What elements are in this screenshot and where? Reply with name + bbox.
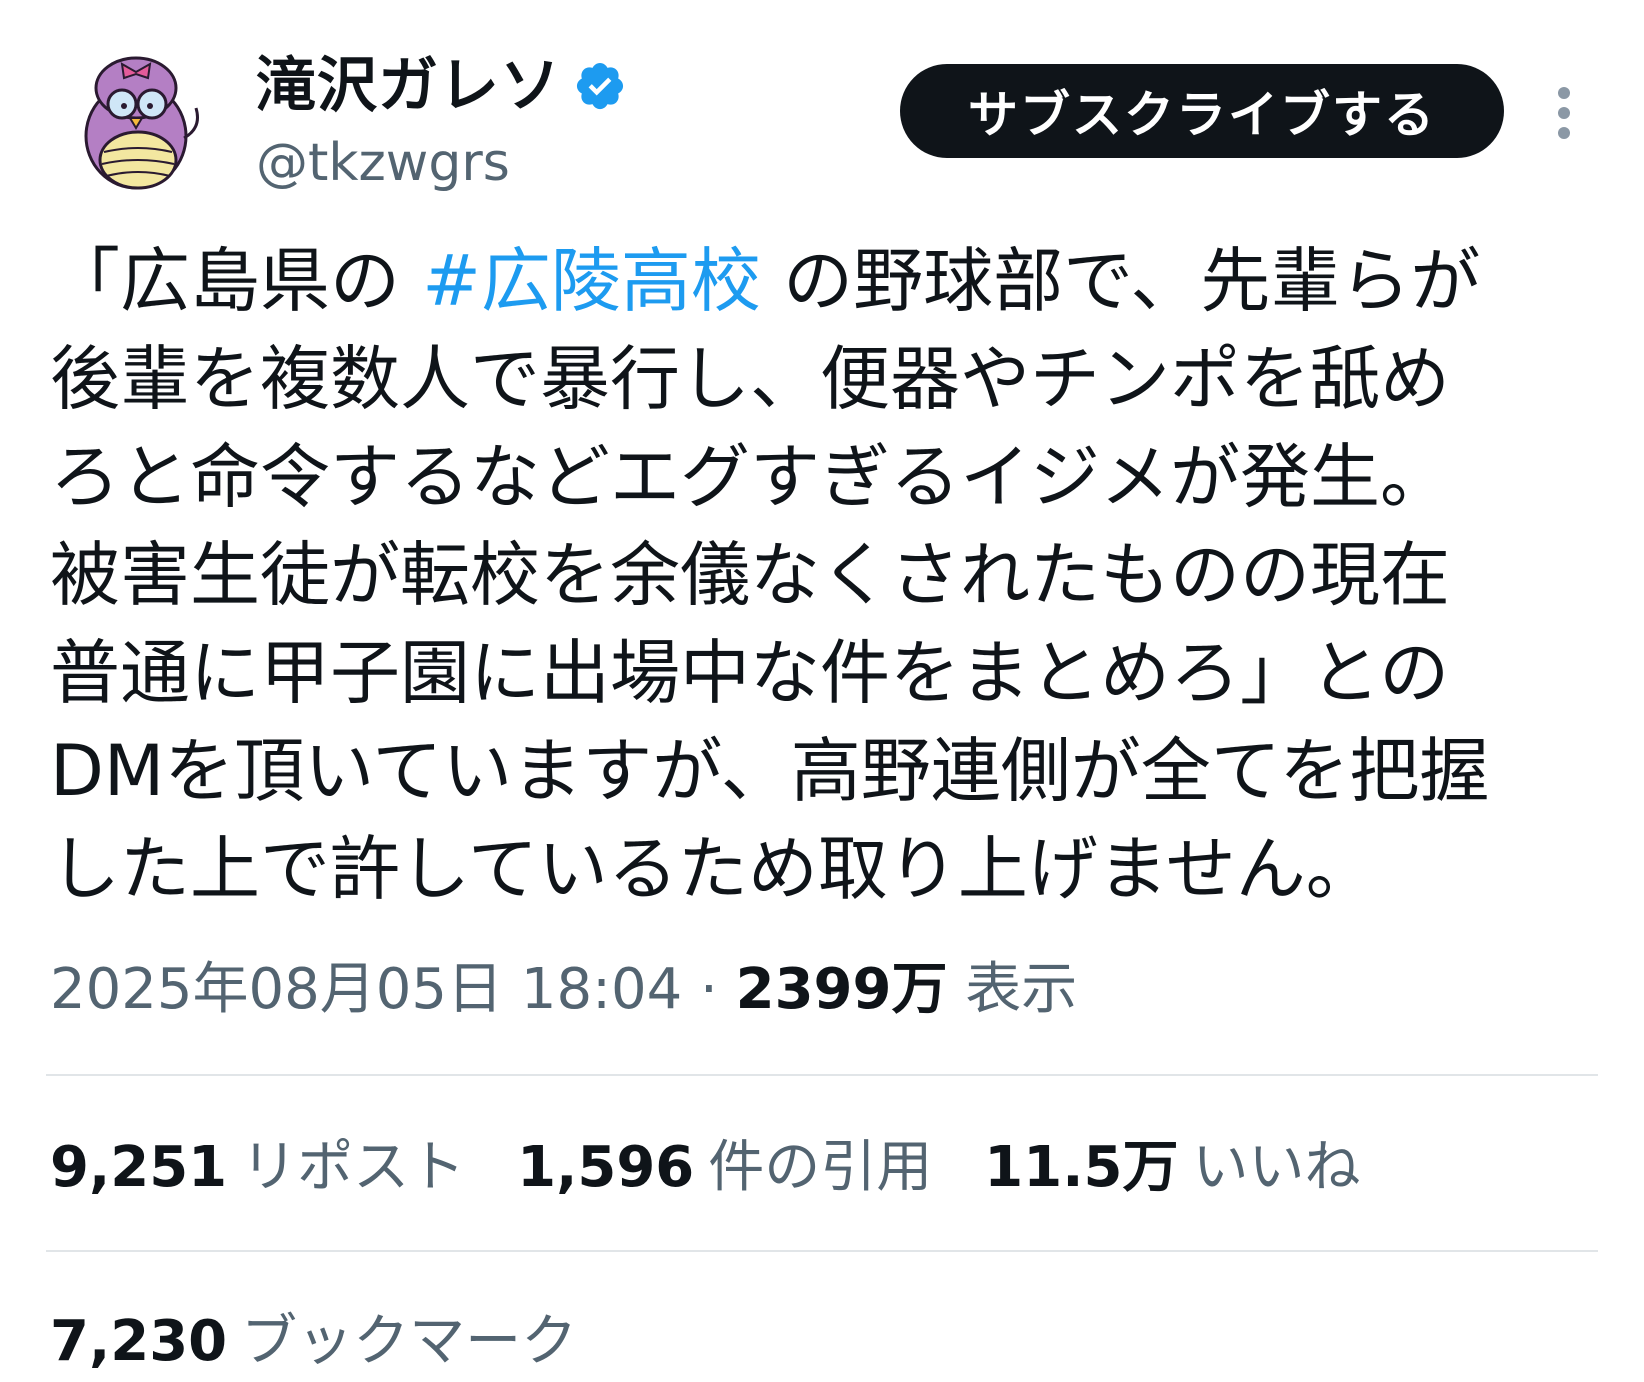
tweet-line: 被害生徒が転校を余儀なくされたものの現在 (50, 534, 1450, 616)
tweet-line: 普通に甲子園に出場中な件をまとめろ」との (50, 632, 1450, 714)
bookmarks-stat[interactable]: 7,230 ブックマーク (50, 1302, 577, 1382)
tweet-meta: 2025年08月05日 18:04 · 2399万 表示 (50, 950, 1077, 1030)
avatar-illustration (84, 56, 199, 190)
likes-count: 11.5万 (984, 1135, 1179, 1200)
author-name-row[interactable]: 滝沢ガレソ (256, 44, 627, 128)
divider (46, 1074, 1598, 1076)
views-label: 表示 (947, 957, 1078, 1022)
hashtag-link[interactable]: #広陵高校 (422, 240, 761, 322)
tweet-text: 「広島県の #広陵高校 の野球部で、先輩らが 後輩を複数人で暴行し、便器やチンポ… (50, 232, 1610, 918)
reposts-label: リポスト (241, 1135, 466, 1200)
verified-badge-icon[interactable] (573, 59, 627, 113)
tweet-header: 滝沢ガレソ @tkzwgrs サブスクライブする (0, 0, 1644, 220)
author-display-name[interactable]: 滝沢ガレソ (256, 44, 561, 128)
tweet-line: ろと命令するなどエグすぎるイジメが発生。 (50, 436, 1450, 518)
tweet-text-segment: 「広島県の (50, 240, 423, 322)
more-vertical-icon[interactable] (1540, 78, 1588, 148)
quotes-stat[interactable]: 1,596 件の引用 (517, 1128, 932, 1208)
quotes-count: 1,596 (517, 1135, 695, 1200)
tweet-text-segment: の野球部で、先輩らが (760, 240, 1481, 322)
tweet-line: DMを頂いていますが、高野連側が全てを把握 (50, 730, 1490, 812)
avatar[interactable] (62, 48, 210, 196)
subscribe-button[interactable]: サブスクライブする (900, 64, 1504, 158)
bookmarks-count: 7,230 (50, 1309, 228, 1374)
quotes-label: 件の引用 (708, 1135, 933, 1200)
reposts-stat[interactable]: 9,251 リポスト (50, 1128, 465, 1208)
likes-stat[interactable]: 11.5万 いいね (984, 1128, 1360, 1208)
meta-separator: · (682, 957, 736, 1022)
tweet-line: した上で許しているため取り上げません。 (50, 828, 1376, 910)
likes-label: いいね (1192, 1135, 1361, 1200)
reposts-count: 9,251 (50, 1135, 228, 1200)
views-count: 2399万 (735, 957, 948, 1022)
tweet-line: 後輩を複数人で暴行し、便器やチンポを舐め (50, 338, 1450, 420)
divider (46, 1250, 1598, 1252)
tweet-line: 「広島県の #広陵高校 の野球部で、先輩らが (50, 232, 1610, 330)
engagement-stats: 9,251 リポスト 1,596 件の引用 11.5万 いいね (50, 1128, 1360, 1208)
tweet-timestamp[interactable]: 2025年08月05日 18:04 (50, 957, 682, 1022)
author-handle[interactable]: @tkzwgrs (256, 128, 510, 198)
bookmarks-label: ブックマーク (241, 1309, 578, 1374)
